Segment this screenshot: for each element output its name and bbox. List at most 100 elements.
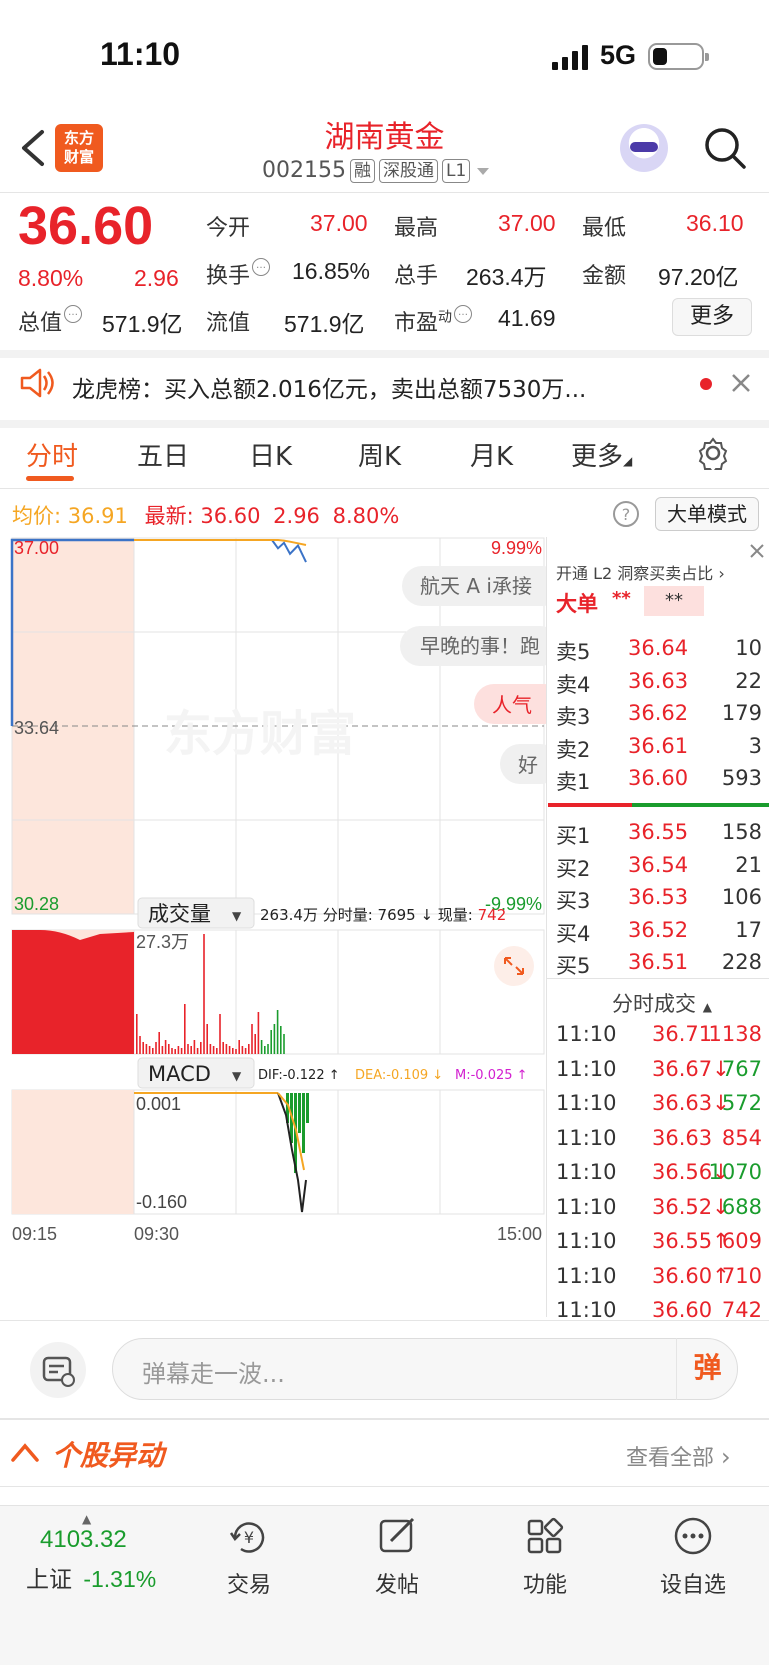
news-ticker[interactable]: 龙虎榜：买入总额2.016亿元，卖出总额7530万... xyxy=(72,370,642,404)
tab-post[interactable]: 发帖 xyxy=(342,1515,452,1599)
macd-m: M:-0.025 ↑ xyxy=(455,1068,528,1083)
intraday-chart[interactable]: 东方财富 37.00 33.64 30.28 9.99% -9.99% 航天 A… xyxy=(0,530,546,1320)
tab-trade-label: 交易 xyxy=(226,1573,271,1598)
time-start: 09:15 xyxy=(12,1224,57,1244)
close-news-button[interactable] xyxy=(730,372,752,398)
trade-volume: 742 xyxy=(721,1298,762,1322)
trades-title[interactable]: 分时成交 ▲ xyxy=(612,988,712,1018)
volume-bar xyxy=(180,1048,183,1054)
high-value: 37.00 xyxy=(498,210,556,236)
battery-icon xyxy=(648,43,709,70)
help-button[interactable]: ? xyxy=(612,500,640,532)
ask-label: 卖2 xyxy=(556,737,591,762)
network-label: 5G xyxy=(600,40,637,70)
current-price: 36.60 xyxy=(18,196,154,256)
tab-add-watchlist[interactable]: 设自选 xyxy=(638,1515,748,1599)
danmu-settings-button[interactable] xyxy=(30,1342,86,1398)
bid-volume: 21 xyxy=(735,852,762,877)
time-open: 09:30 xyxy=(134,1224,179,1244)
trade-volume: 1070 xyxy=(708,1160,762,1184)
trade-price: 36.60 xyxy=(652,1298,713,1322)
view-all-link[interactable]: 查看全部 › xyxy=(626,1440,731,1472)
big-order-value2: ** xyxy=(644,586,704,616)
ask-price: 36.63 xyxy=(628,668,689,693)
bid-price: 36.52 xyxy=(628,917,689,942)
trade-volume: 854 xyxy=(721,1125,762,1150)
expand-button[interactable] xyxy=(494,946,534,986)
trade-volume: 572 xyxy=(721,1091,762,1115)
svg-text:?: ? xyxy=(622,505,631,524)
tab-functions-label: 功能 xyxy=(522,1573,567,1598)
price-lines xyxy=(134,539,307,563)
volume-bar xyxy=(145,1044,148,1054)
latest-label: 最新: xyxy=(144,504,194,528)
float-cap-label: 流值 xyxy=(206,311,251,336)
volume-bar xyxy=(142,1042,144,1054)
close-promo-button[interactable] xyxy=(748,542,766,564)
chart-settings-button[interactable] xyxy=(696,436,730,475)
trade-time: 11:10 xyxy=(556,1125,617,1150)
macd-bot-label: -0.160 xyxy=(136,1192,187,1212)
tab-daily-k[interactable]: 日K xyxy=(249,436,292,473)
low-value: 36.10 xyxy=(686,210,744,236)
svg-text:¥: ¥ xyxy=(244,1528,254,1547)
help-icon: ? xyxy=(613,501,639,527)
info-icon[interactable]: … xyxy=(64,305,83,323)
more-button[interactable]: 更多 xyxy=(672,298,752,336)
chevron-down-icon xyxy=(477,167,490,175)
volume-bar xyxy=(235,1049,237,1054)
volume-bar xyxy=(155,1042,157,1054)
tag-margin: 融 xyxy=(349,158,375,183)
bid-price: 36.54 xyxy=(628,852,689,877)
trade-price: 36.55↑ xyxy=(652,1229,730,1253)
ask-price: 36.61 xyxy=(628,733,689,758)
trade-price: 36.60↑ xyxy=(652,1263,730,1288)
tab-intraday[interactable]: 分时 xyxy=(26,436,78,473)
info-icon[interactable]: … xyxy=(454,305,473,323)
volume-bar xyxy=(139,1036,141,1054)
volume-bar xyxy=(244,1048,247,1054)
tab-functions[interactable]: 功能 xyxy=(490,1515,600,1599)
stock-subtitle[interactable]: 002155 融 深股通 L1 xyxy=(262,158,492,183)
danmu-bubble[interactable]: 人气 xyxy=(474,684,546,724)
turnover-value: 16.85% xyxy=(292,258,371,284)
volume-bar xyxy=(280,1026,282,1054)
tab-weekly-k[interactable]: 周K xyxy=(358,436,401,473)
volume-label: 总手 xyxy=(394,264,439,289)
volume-bar xyxy=(225,1044,228,1054)
info-icon[interactable]: … xyxy=(252,258,271,276)
danmu-send-button[interactable]: 弹 xyxy=(676,1338,738,1400)
avg-price-series-line xyxy=(134,539,307,546)
big-order-mode-button[interactable]: 大单模式 xyxy=(655,497,759,531)
macd-label: MACD xyxy=(148,1062,211,1086)
stock-code: 002155 xyxy=(262,158,346,183)
tab-trade[interactable]: ¥ 交易 xyxy=(194,1515,304,1599)
svg-text:好: 好 xyxy=(518,753,538,777)
mktcap-value: 571.9亿 xyxy=(102,311,183,337)
danmu-bubble[interactable]: 好 xyxy=(500,744,546,784)
bid-price: 36.51 xyxy=(628,950,689,974)
collapse-chevron-icon[interactable] xyxy=(10,1440,40,1468)
tab-more[interactable]: 更多◢ xyxy=(571,436,632,473)
y-bot-label: 30.28 xyxy=(14,894,59,914)
index-summary[interactable]: 上证 -1.31% xyxy=(26,1560,156,1594)
volume-bar xyxy=(216,1048,218,1054)
danmu-bubble[interactable]: 早晚的事！跑 xyxy=(400,626,546,666)
search-button[interactable] xyxy=(703,126,747,174)
assistant-robot-icon[interactable] xyxy=(620,124,668,172)
trade-time: 11:10 xyxy=(556,1229,617,1253)
volume-bar xyxy=(187,1044,189,1054)
tab-monthly-k[interactable]: 月K xyxy=(470,436,513,473)
danmu-bubble[interactable]: 航天 A i承接 xyxy=(402,566,546,606)
tab-add-watchlist-label: 设自选 xyxy=(659,1573,726,1598)
volume-bar xyxy=(158,1032,160,1054)
index-value[interactable]: 4103.32 xyxy=(40,1526,127,1554)
l2-promo[interactable]: 开通 L2 洞察买卖占比 › xyxy=(556,560,725,584)
ask-volume: 22 xyxy=(735,668,762,693)
close-icon xyxy=(732,374,750,392)
tab-5day[interactable]: 五日 xyxy=(137,436,189,473)
low-label: 最低 xyxy=(582,216,627,241)
grid-icon xyxy=(527,1517,564,1554)
trade-price: 36.63↓ xyxy=(652,1091,730,1115)
trade-price: 36.67↓ xyxy=(652,1056,730,1081)
